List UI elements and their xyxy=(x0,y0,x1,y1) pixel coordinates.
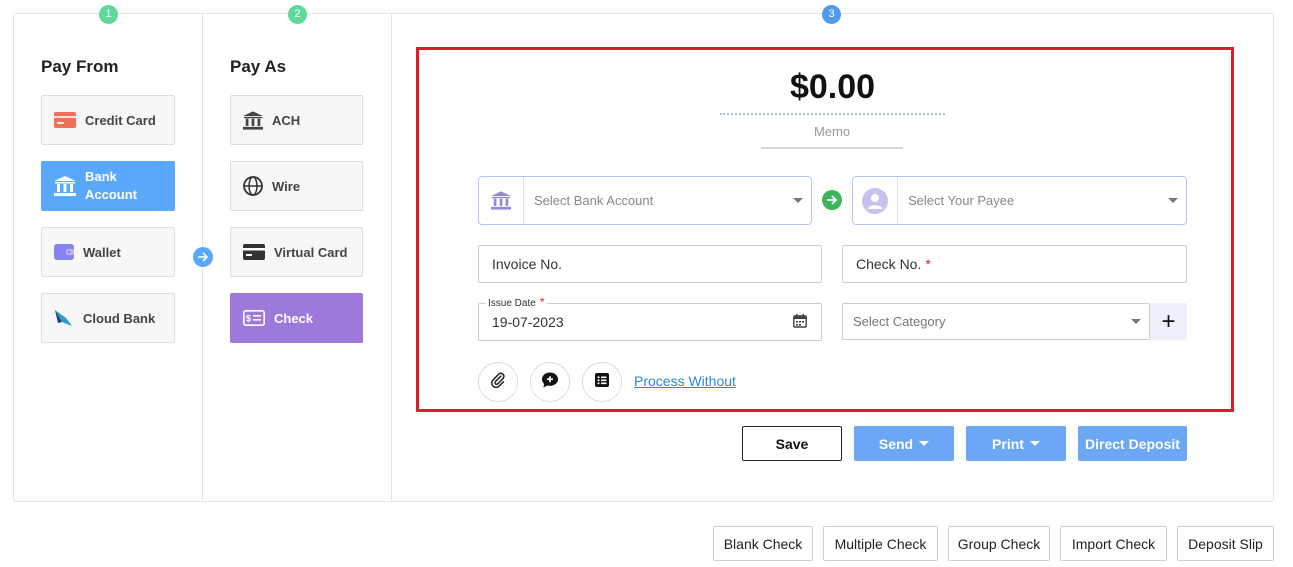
pay-as-ach[interactable]: ACH xyxy=(230,95,363,145)
pay-from-credit-card[interactable]: Credit Card xyxy=(41,95,175,145)
amount-display[interactable]: $0.00 xyxy=(720,68,945,115)
pay-from-title: Pay From xyxy=(41,57,119,76)
bank-icon xyxy=(243,110,263,130)
invoice-input[interactable]: Invoice No. xyxy=(478,245,822,283)
wallet-icon xyxy=(54,244,74,260)
payee-placeholder: Select Your Payee xyxy=(908,193,1015,208)
pay-from-cloud-bank-label: Cloud Bank xyxy=(83,310,156,326)
check-number-input[interactable]: Check No. * xyxy=(842,245,1187,283)
direct-deposit-button[interactable]: Direct Deposit xyxy=(1078,426,1187,461)
chevron-down-icon xyxy=(793,198,803,203)
multiple-check-button[interactable]: Multiple Check xyxy=(823,526,938,561)
comment-plus-icon xyxy=(541,371,559,394)
pay-from-wallet-label: Wallet xyxy=(83,244,121,260)
list-icon xyxy=(594,372,610,393)
step-1-badge: 1 xyxy=(99,5,118,24)
memo-field[interactable]: Memo xyxy=(761,124,903,149)
caret-down-icon xyxy=(1029,441,1040,446)
group-check-button[interactable]: Group Check xyxy=(948,526,1050,561)
pay-from-cloud-bank[interactable]: Cloud Bank xyxy=(41,293,175,343)
pay-as-check[interactable]: $ Check xyxy=(230,293,363,343)
pay-from-wallet[interactable]: Wallet xyxy=(41,227,175,277)
blank-check-button[interactable]: Blank Check xyxy=(713,526,813,561)
pay-as-wire[interactable]: Wire xyxy=(230,161,363,211)
print-button[interactable]: Print xyxy=(966,426,1066,461)
check-number-placeholder: Check No. xyxy=(856,256,922,272)
bank-account-placeholder: Select Bank Account xyxy=(534,193,654,208)
pay-from-credit-card-label: Credit Card xyxy=(85,112,156,128)
save-button[interactable]: Save xyxy=(742,426,842,461)
pay-from-bank-account[interactable]: Bank Account xyxy=(41,161,175,211)
paperclip-icon xyxy=(490,372,506,393)
pay-from-bank-label-line1: Bank xyxy=(85,169,117,184)
chevron-down-icon xyxy=(1131,319,1141,324)
user-avatar-icon xyxy=(853,177,898,224)
add-category-button[interactable]: + xyxy=(1150,303,1187,340)
send-button[interactable]: Send xyxy=(854,426,954,461)
cloud-bank-icon xyxy=(54,308,74,328)
deposit-slip-button[interactable]: Deposit Slip xyxy=(1177,526,1274,561)
calendar-icon[interactable] xyxy=(793,313,807,331)
pay-as-check-label: Check xyxy=(274,310,314,326)
pay-as-title: Pay As xyxy=(230,57,287,76)
pay-from-bank-label-line2: Account xyxy=(85,187,137,202)
list-button[interactable] xyxy=(582,362,622,402)
credit-card-icon xyxy=(54,112,76,128)
pay-as-wire-label: Wire xyxy=(272,178,301,194)
import-check-button[interactable]: Import Check xyxy=(1060,526,1167,561)
chevron-down-icon xyxy=(1168,198,1178,203)
required-mark: * xyxy=(925,256,931,272)
column-divider xyxy=(391,14,392,501)
arrow-right-icon xyxy=(822,190,842,210)
pay-as-ach-label: ACH xyxy=(272,112,301,128)
payee-select[interactable]: Select Your Payee xyxy=(852,176,1187,225)
process-without-link[interactable]: Process Without xyxy=(634,373,736,389)
category-placeholder: Select Category xyxy=(853,314,946,329)
arrow-right-icon xyxy=(193,247,213,267)
issue-date-label: Issue Date * xyxy=(485,295,548,309)
step-2-badge: 2 xyxy=(288,5,307,24)
category-select[interactable]: Select Category xyxy=(842,303,1150,340)
check-icon: $ xyxy=(243,310,265,326)
comment-button[interactable] xyxy=(530,362,570,402)
caret-down-icon xyxy=(919,441,930,446)
svg-text:$: $ xyxy=(246,314,251,324)
invoice-placeholder: Invoice No. xyxy=(492,256,563,272)
pay-as-virtual-card[interactable]: Virtual Card xyxy=(230,227,363,277)
bank-account-select[interactable]: Select Bank Account xyxy=(478,176,812,225)
bank-icon xyxy=(54,176,76,196)
globe-icon xyxy=(243,176,263,196)
card-icon xyxy=(243,244,265,260)
step-3-badge: 3 xyxy=(822,5,841,24)
bank-icon xyxy=(479,177,524,224)
attach-button[interactable] xyxy=(478,362,518,402)
issue-date-value: 19-07-2023 xyxy=(492,314,564,330)
pay-as-virtual-card-label: Virtual Card xyxy=(274,244,348,260)
